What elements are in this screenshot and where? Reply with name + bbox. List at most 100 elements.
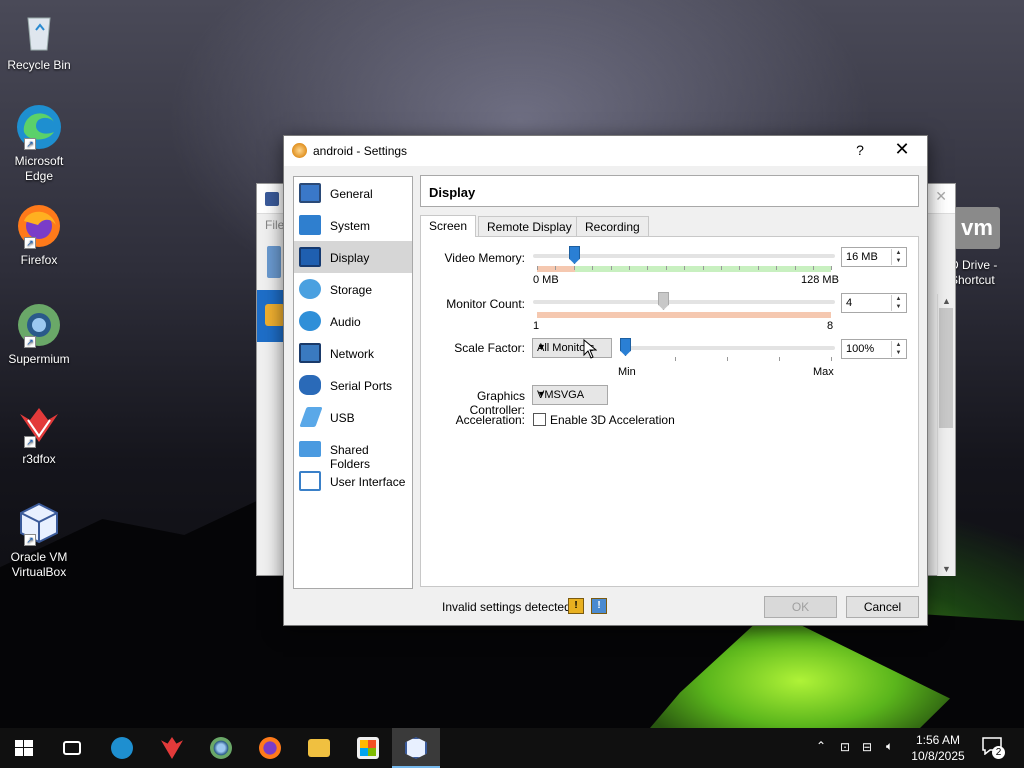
desktop-icon-label: Oracle VM VirtualBox: [10, 550, 68, 579]
category-shared-folders[interactable]: Shared Folders: [294, 433, 412, 471]
supermium-icon: [210, 737, 232, 759]
virtualbox-icon: ↗: [16, 500, 62, 546]
enable-3d-acceleration-checkbox[interactable]: [533, 413, 546, 426]
manager-menu-file[interactable]: File: [265, 218, 284, 232]
taskbar-virtualbox[interactable]: [392, 728, 440, 768]
video-memory-max: 128 MB: [801, 274, 839, 286]
scale-factor-min: Min: [618, 366, 636, 378]
category-network[interactable]: Network: [294, 337, 412, 369]
edge-icon: ↗: [16, 104, 62, 150]
enable-3d-acceleration-label[interactable]: Enable 3D Acceleration: [550, 413, 675, 427]
desktop-icon-r3dfox[interactable]: ↗ r3dfox: [4, 402, 74, 467]
monitor-count-min: 1: [533, 320, 540, 332]
manager-tools-icon[interactable]: [267, 246, 281, 278]
graphics-controller-combo[interactable]: VMSVGA ▼: [532, 385, 608, 405]
taskbar-store[interactable]: [344, 728, 392, 768]
desktop-icon-label: Supermium: [8, 352, 70, 366]
mouse-cursor-icon: [583, 339, 597, 359]
shared-folders-icon: [299, 441, 321, 457]
category-display[interactable]: Display: [294, 241, 412, 273]
network-tray-icon[interactable]: ⊟: [862, 740, 872, 768]
scale-factor-slider-thumb[interactable]: [620, 338, 631, 356]
slider-tick: [573, 266, 575, 270]
video-memory-min: 0 MB: [533, 274, 559, 286]
close-button[interactable]: ✕: [890, 139, 914, 160]
taskbar-firefox[interactable]: [246, 728, 294, 768]
slider-tick: [684, 266, 686, 270]
page-header: Display: [420, 175, 919, 207]
scroll-up-icon[interactable]: ▲: [942, 296, 951, 306]
spin-arrows-icon[interactable]: ▲ ▼: [891, 295, 905, 311]
desktop-icon-recycle-bin[interactable]: Recycle Bin: [4, 8, 74, 73]
scroll-down-icon[interactable]: ▼: [942, 564, 951, 574]
slider-tick: [665, 266, 667, 270]
slider-tick: [831, 266, 833, 270]
show-hidden-icons-chevron-icon[interactable]: ⌃: [816, 739, 826, 768]
desktop-icon-supermium[interactable]: ↗ Supermium: [4, 302, 74, 367]
category-list[interactable]: General System Display Storage Audio Net…: [293, 176, 413, 589]
tab-screen[interactable]: Screen: [420, 215, 477, 237]
warning-detail-icon[interactable]: !: [591, 598, 607, 614]
category-system[interactable]: System: [294, 209, 412, 241]
scale-factor-monitor-combo[interactable]: All Monitors ▼: [532, 338, 612, 358]
supermium-icon: ↗: [16, 302, 62, 348]
d-drive-shortcut-icon[interactable]: vm: [954, 207, 1000, 249]
monitor-count-slider[interactable]: [533, 300, 835, 304]
monitor-count-label: Monitor Count:: [446, 297, 525, 311]
video-memory-label: Video Memory:: [444, 251, 525, 265]
taskbar-supermium[interactable]: [197, 728, 245, 768]
video-memory-value: 16 MB: [846, 251, 878, 263]
desktop-icon-label: Microsoft Edge: [14, 154, 64, 183]
slider-tick: [721, 266, 722, 270]
taskbar-file-explorer[interactable]: [295, 728, 343, 768]
category-audio[interactable]: Audio: [294, 305, 412, 337]
monitor-count-slider-thumb[interactable]: [658, 292, 669, 310]
android-vm-icon: [265, 304, 285, 326]
folder-icon: [308, 739, 330, 757]
monitor-count-warn-band: [537, 312, 831, 318]
spin-arrows-icon[interactable]: ▲ ▼: [891, 249, 905, 265]
manager-close-icon[interactable]: ✕: [935, 188, 947, 205]
system-icon: [299, 215, 321, 235]
monitor-count-spinbox[interactable]: 4 ▲ ▼: [841, 293, 907, 313]
ok-button[interactable]: OK: [764, 596, 837, 618]
settings-dialog[interactable]: android - Settings ? ✕ General System Di…: [283, 135, 928, 626]
notification-center-icon[interactable]: 2: [982, 737, 1005, 759]
video-memory-slider-thumb[interactable]: [569, 246, 580, 264]
desktop-icon-firefox[interactable]: ↗ Firefox: [4, 203, 74, 268]
video-memory-spinbox[interactable]: 16 MB ▲ ▼: [841, 247, 907, 267]
r3dfox-icon: [161, 737, 183, 759]
scale-factor-spinbox[interactable]: 100% ▲ ▼: [841, 339, 907, 359]
help-button[interactable]: ?: [850, 142, 870, 158]
start-button[interactable]: [0, 728, 48, 768]
taskbar-r3dfox[interactable]: [148, 728, 196, 768]
notification-count-badge: 2: [992, 746, 1005, 759]
windows-logo-icon: [15, 740, 33, 756]
desktop-icon-label: r3dfox: [22, 452, 56, 466]
desktop-icon-label: Recycle Bin: [7, 58, 71, 72]
category-serial-ports[interactable]: Serial Ports: [294, 369, 412, 401]
tab-remote-display[interactable]: Remote Display: [478, 216, 581, 237]
category-user-interface[interactable]: User Interface: [294, 465, 412, 497]
category-general[interactable]: General: [294, 177, 412, 209]
android-app-icon: [292, 143, 307, 158]
manager-scroll-thumb[interactable]: [939, 308, 953, 428]
task-view-button[interactable]: [48, 728, 96, 768]
desktop-icon-edge[interactable]: ↗ Microsoft Edge: [4, 104, 74, 184]
meet-now-icon[interactable]: ⊡: [840, 740, 850, 768]
spin-arrows-icon[interactable]: ▲ ▼: [891, 341, 905, 357]
desktop-icon-virtualbox[interactable]: ↗ Oracle VM VirtualBox: [4, 500, 74, 580]
tab-recording[interactable]: Recording: [576, 216, 649, 237]
desktop-icon-label: Firefox: [20, 253, 58, 267]
scale-factor-slider[interactable]: [621, 346, 835, 350]
dialog-title: android - Settings: [313, 144, 408, 158]
cancel-button[interactable]: Cancel: [846, 596, 919, 618]
taskbar-edge[interactable]: [98, 728, 146, 768]
category-storage[interactable]: Storage: [294, 273, 412, 305]
general-icon: [299, 183, 321, 203]
store-icon: [357, 737, 379, 759]
warning-icon[interactable]: !: [568, 598, 584, 614]
volume-muted-icon[interactable]: 🔈︎: [886, 739, 893, 768]
category-usb[interactable]: USB: [294, 401, 412, 433]
taskbar-clock[interactable]: 1:56 AM 10/8/2025: [906, 732, 970, 764]
